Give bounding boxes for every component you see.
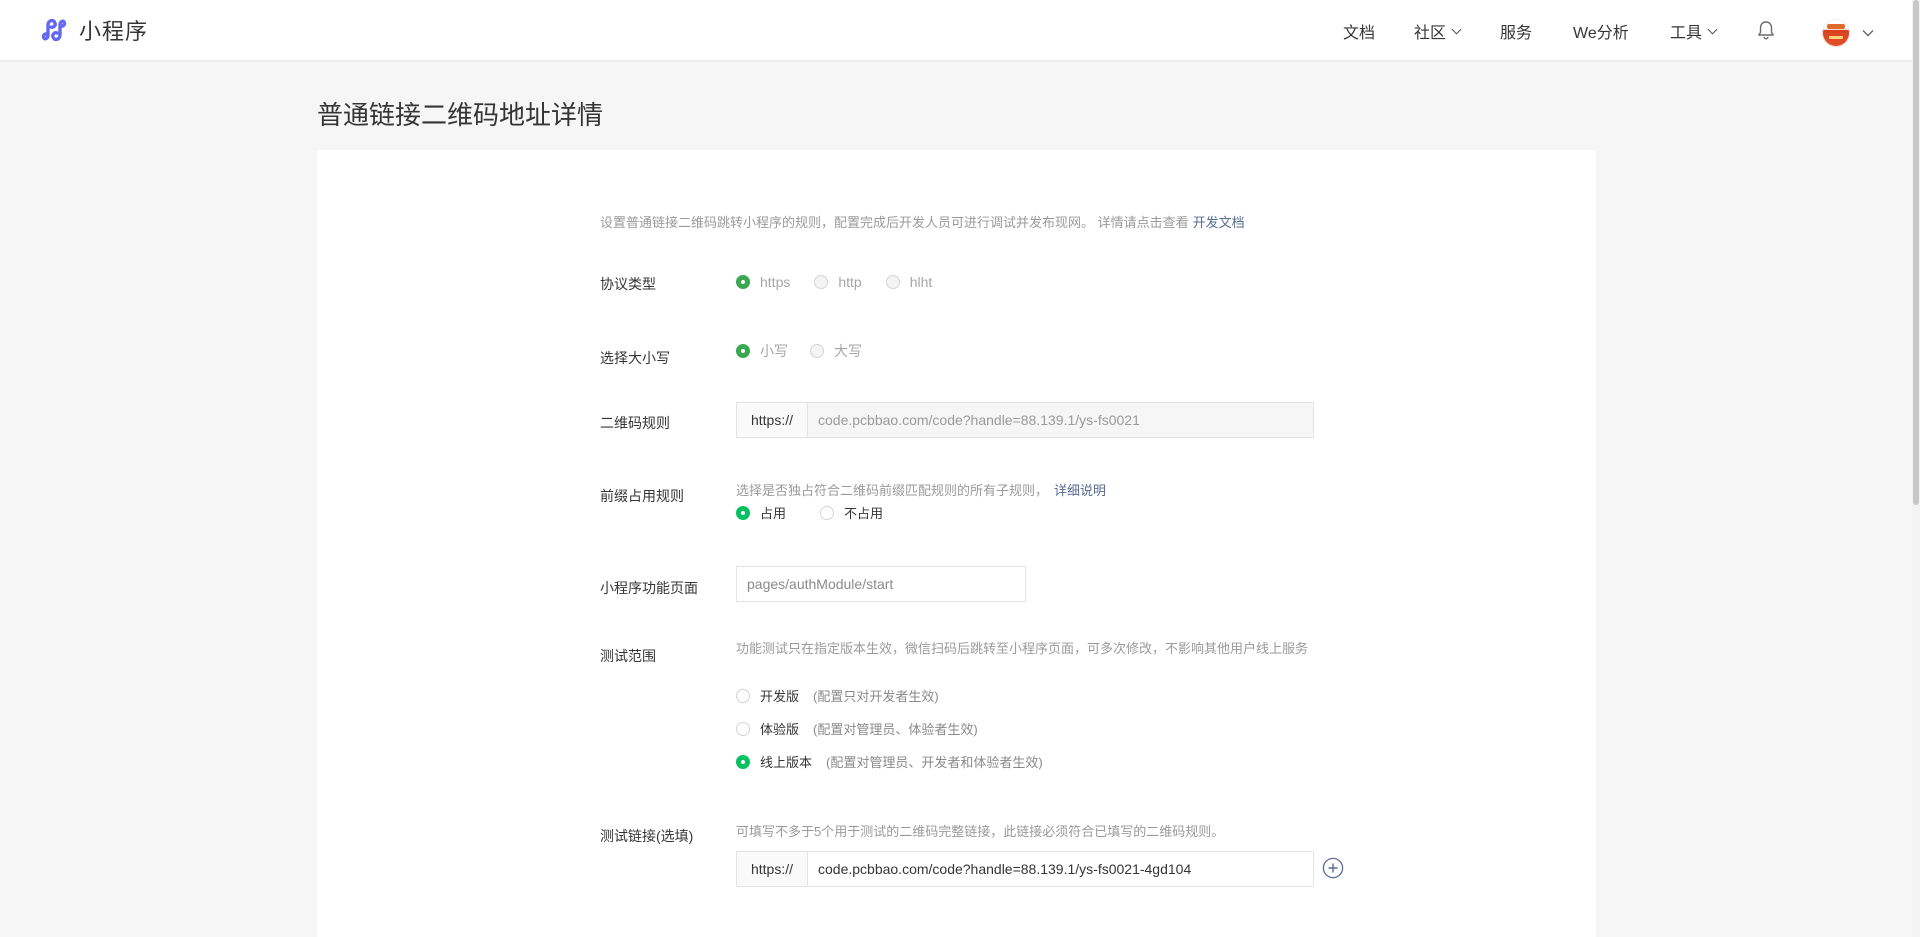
scope-option-dev[interactable]: 开发版 (配置只对开发者生效) [736,686,939,705]
case-option-upper[interactable]: 大写 [810,341,862,361]
prefix-rule-hint: 选择是否独占符合二维码前缀匹配规则的所有子规则， 详细说明 [736,480,1106,499]
scope-option-name: 体验版 [760,722,800,737]
intro-description: 设置普通链接二维码跳转小程序的规则，配置完成后开发人员可进行调试并发布现网。 详… [600,215,1189,230]
top-navigation-bar: 小程序 文档 社区 服务 We分析 工具 [0,0,1920,60]
scope-option-desc: (配置对管理员、开发者和体验者生效) [826,755,1043,770]
prefix-rule-label: 前缀占用规则 [600,488,684,504]
qr-rule-prefix: https:// [737,403,808,437]
app-logo[interactable]: 小程序 [39,15,148,45]
prefix-rule-radio-group: 占用 不占用 [736,503,883,522]
nav-item-label: We分析 [1573,25,1629,42]
nav-item-label: 服务 [1500,25,1533,42]
app-name: 小程序 [79,19,149,44]
radio-label: hlht [909,274,933,290]
radio-checked-icon [736,505,750,520]
radio-unchecked-icon [736,688,750,703]
prefix-option-not-occupy[interactable]: 不占用 [820,503,883,522]
page-scrollbar[interactable] [1912,0,1920,937]
scope-option-name: 线上版本 [760,755,813,770]
scope-option-desc: (配置只对开发者生效) [813,689,939,704]
nav-item-tools[interactable]: 工具 [1670,19,1718,43]
radio-label: 占用 [760,506,787,521]
nav-item-services[interactable]: 服务 [1500,19,1532,43]
radio-checked-icon [736,344,750,358]
radio-label: http [838,274,862,290]
radio-unchecked-icon [885,275,900,289]
qr-rule-input-group: https:// code.pcbbao.com/code?handle=88.… [736,402,1314,438]
page-title: 普通链接二维码地址详情 [317,100,604,130]
avatar-logo-mark [1829,36,1843,39]
radio-checked-icon [736,754,750,769]
radio-unchecked-icon [820,505,835,520]
scope-option-trial[interactable]: 体验版 (配置对管理员、体验者生效) [736,719,978,738]
test-link-field[interactable]: code.pcbbao.com/code?handle=88.139.1/ys-… [808,852,1313,886]
chevron-down-icon[interactable] [1862,24,1874,42]
plus-circle-icon [1322,857,1344,879]
test-link-input-group: https:// code.pcbbao.com/code?handle=88.… [736,851,1314,887]
qr-rule-field[interactable]: code.pcbbao.com/code?handle=88.139.1/ys-… [808,403,1313,437]
protocol-radio-group: https http hlht [736,274,932,290]
protocol-label: 协议类型 [600,276,656,292]
nav-item-label: 工具 [1670,25,1703,42]
protocol-option-http[interactable]: http [814,274,862,290]
scope-option-online[interactable]: 线上版本 (配置对管理员、开发者和体验者生效) [736,752,1043,771]
radio-unchecked-icon [814,275,829,289]
scope-option-name: 开发版 [760,689,800,704]
case-radio-group: 小写 大写 [736,341,862,361]
detail-card [317,150,1596,937]
miniprogram-logo-icon [39,15,69,45]
qr-rule-label: 二维码规则 [600,415,670,431]
prefix-option-occupy[interactable]: 占用 [736,503,786,522]
protocol-option-https[interactable]: https [736,274,790,290]
test-link-prefix: https:// [737,852,808,886]
scope-option-desc: (配置对管理员、体验者生效) [813,722,978,737]
bell-icon[interactable] [1757,20,1775,45]
nav-item-docs[interactable]: 文档 [1343,19,1375,43]
function-page-input[interactable]: pages/authModule/start [736,566,1026,602]
prefix-rule-hint-text: 选择是否独占符合二维码前缀匹配规则的所有子规则， [736,483,1049,498]
scrollbar-thumb[interactable] [1913,0,1919,505]
radio-label: 小写 [760,343,788,359]
case-option-lower[interactable]: 小写 [736,341,788,361]
test-scope-hint: 功能测试只在指定版本生效，微信扫码后跳转至小程序页面，可多次修改，不影响其他用户… [736,641,1309,656]
chevron-down-icon [1451,24,1462,34]
nav-item-label: 文档 [1343,25,1376,42]
case-label: 选择大小写 [600,350,670,366]
radio-unchecked-icon [810,344,824,358]
radio-label: https [760,274,791,290]
test-link-label: 测试链接(选填) [600,828,694,844]
radio-label: 不占用 [844,506,884,521]
chevron-down-icon [1707,24,1718,34]
avatar[interactable] [1822,19,1850,47]
add-link-button[interactable] [1322,857,1344,884]
radio-unchecked-icon [736,721,750,736]
nav-item-we-analytics[interactable]: We分析 [1573,19,1629,43]
avatar-logo-mark [1827,24,1845,29]
radio-checked-icon [736,275,750,289]
intro-text: 设置普通链接二维码跳转小程序的规则，配置完成后开发人员可进行调试并发布现网。 详… [600,212,1245,231]
protocol-option-hlht[interactable]: hlht [885,274,933,290]
nav-item-label: 社区 [1414,25,1447,42]
details-link[interactable]: 详细说明 [1054,483,1106,498]
test-link-hint: 可填写不多于5个用于测试的二维码完整链接，此链接必须符合已填写的二维码规则。 [736,824,1225,839]
test-scope-label: 测试范围 [600,648,656,664]
nav-item-community[interactable]: 社区 [1414,19,1462,43]
function-page-label: 小程序功能页面 [600,580,698,596]
radio-label: 大写 [834,343,862,359]
dev-docs-link[interactable]: 开发文档 [1193,215,1245,230]
